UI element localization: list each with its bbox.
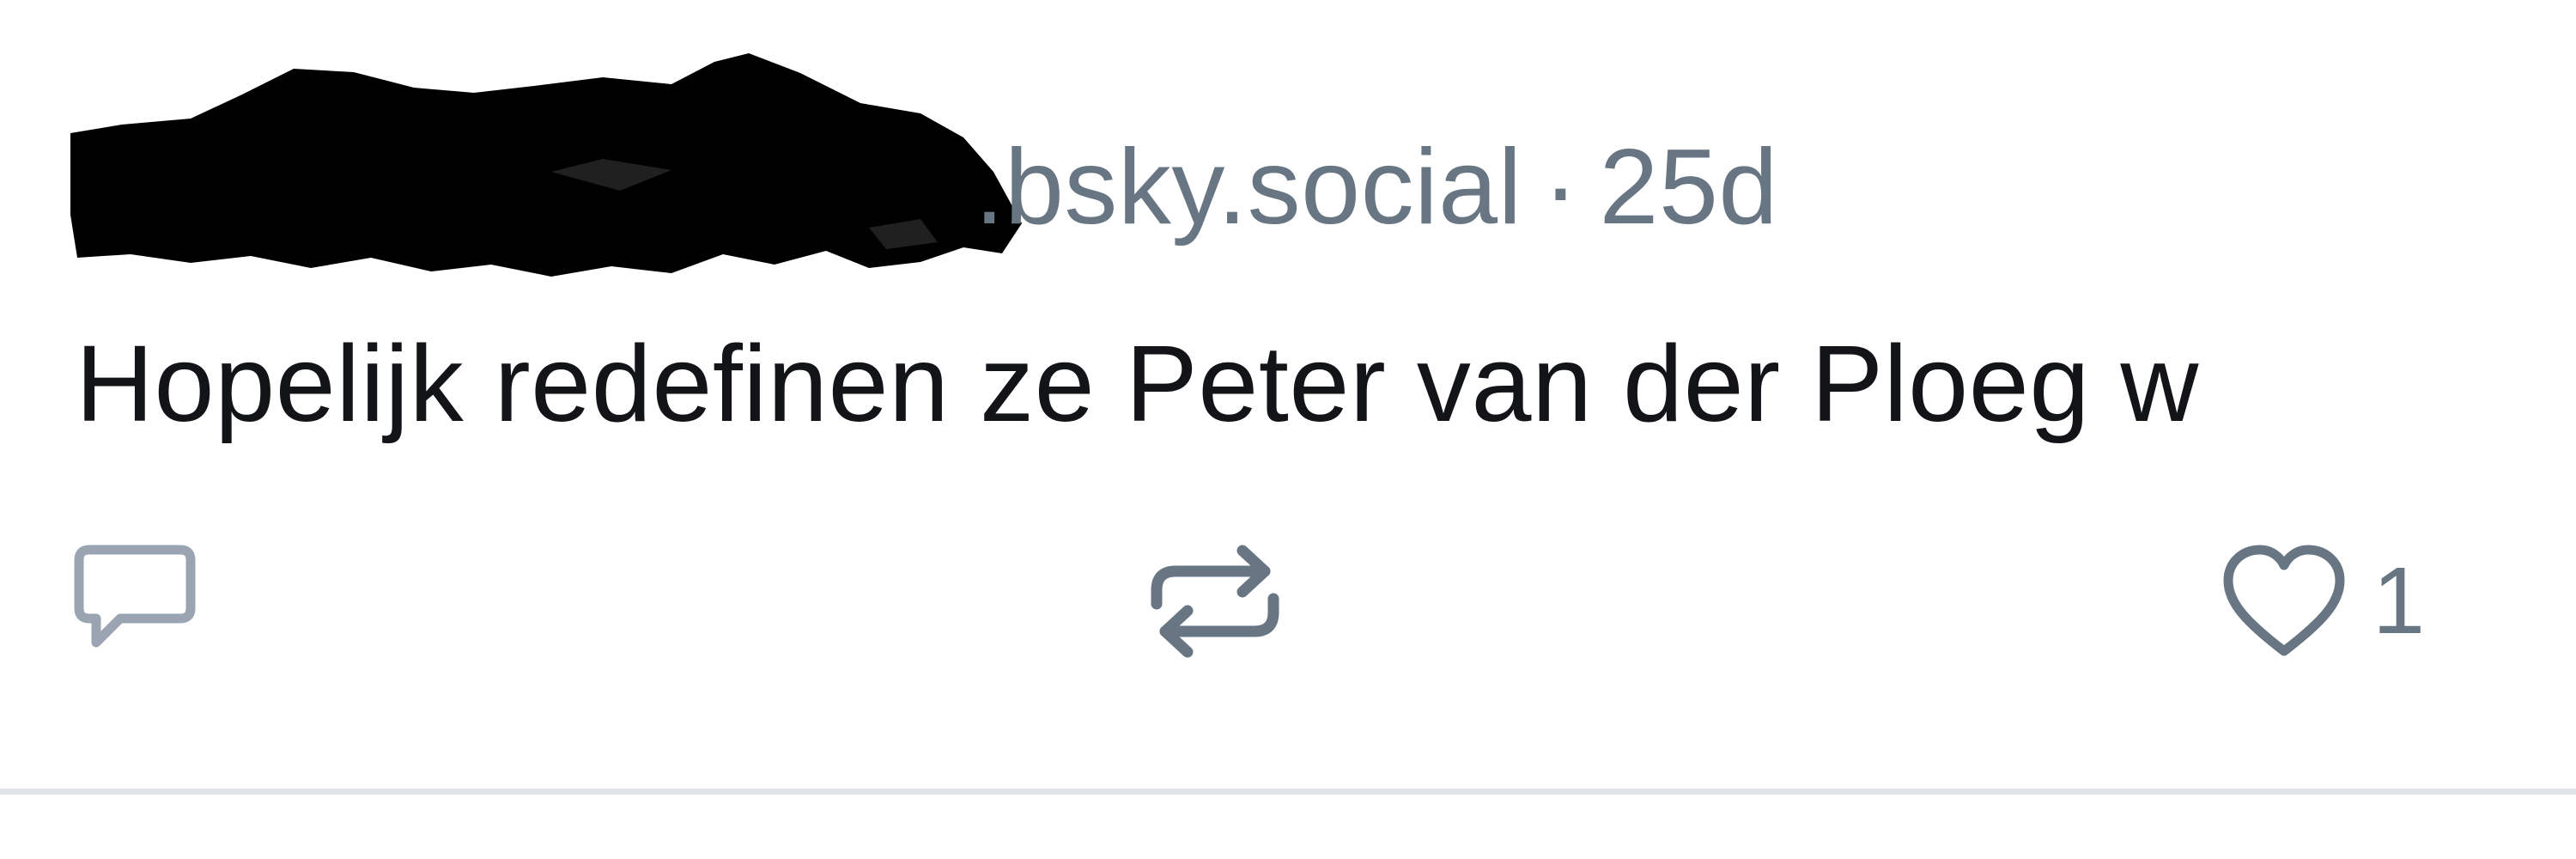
speech-bubble-icon [70, 541, 199, 661]
heart-icon [2220, 541, 2348, 661]
redacted-display-name [70, 43, 1028, 301]
post-timestamp[interactable]: 25d [1599, 128, 1777, 247]
like-button[interactable]: 1 [2220, 533, 2425, 670]
repost-button[interactable] [1146, 533, 1284, 670]
repost-arrows-icon [1146, 537, 1284, 666]
feed-post[interactable]: .bsky.social · 25d Hopelijk redefinen ze P… [0, 0, 2576, 859]
post-body-text: Hopelijk redefinen ze Peter van der Ploe… [76, 323, 2199, 444]
reply-button[interactable] [70, 533, 199, 670]
meta-separator: · [1542, 128, 1579, 247]
like-count: 1 [2372, 548, 2426, 654]
author-handle[interactable]: .bsky.social [975, 128, 1522, 247]
post-meta: .bsky.social · 25d [975, 127, 1778, 247]
post-divider [0, 789, 2576, 795]
